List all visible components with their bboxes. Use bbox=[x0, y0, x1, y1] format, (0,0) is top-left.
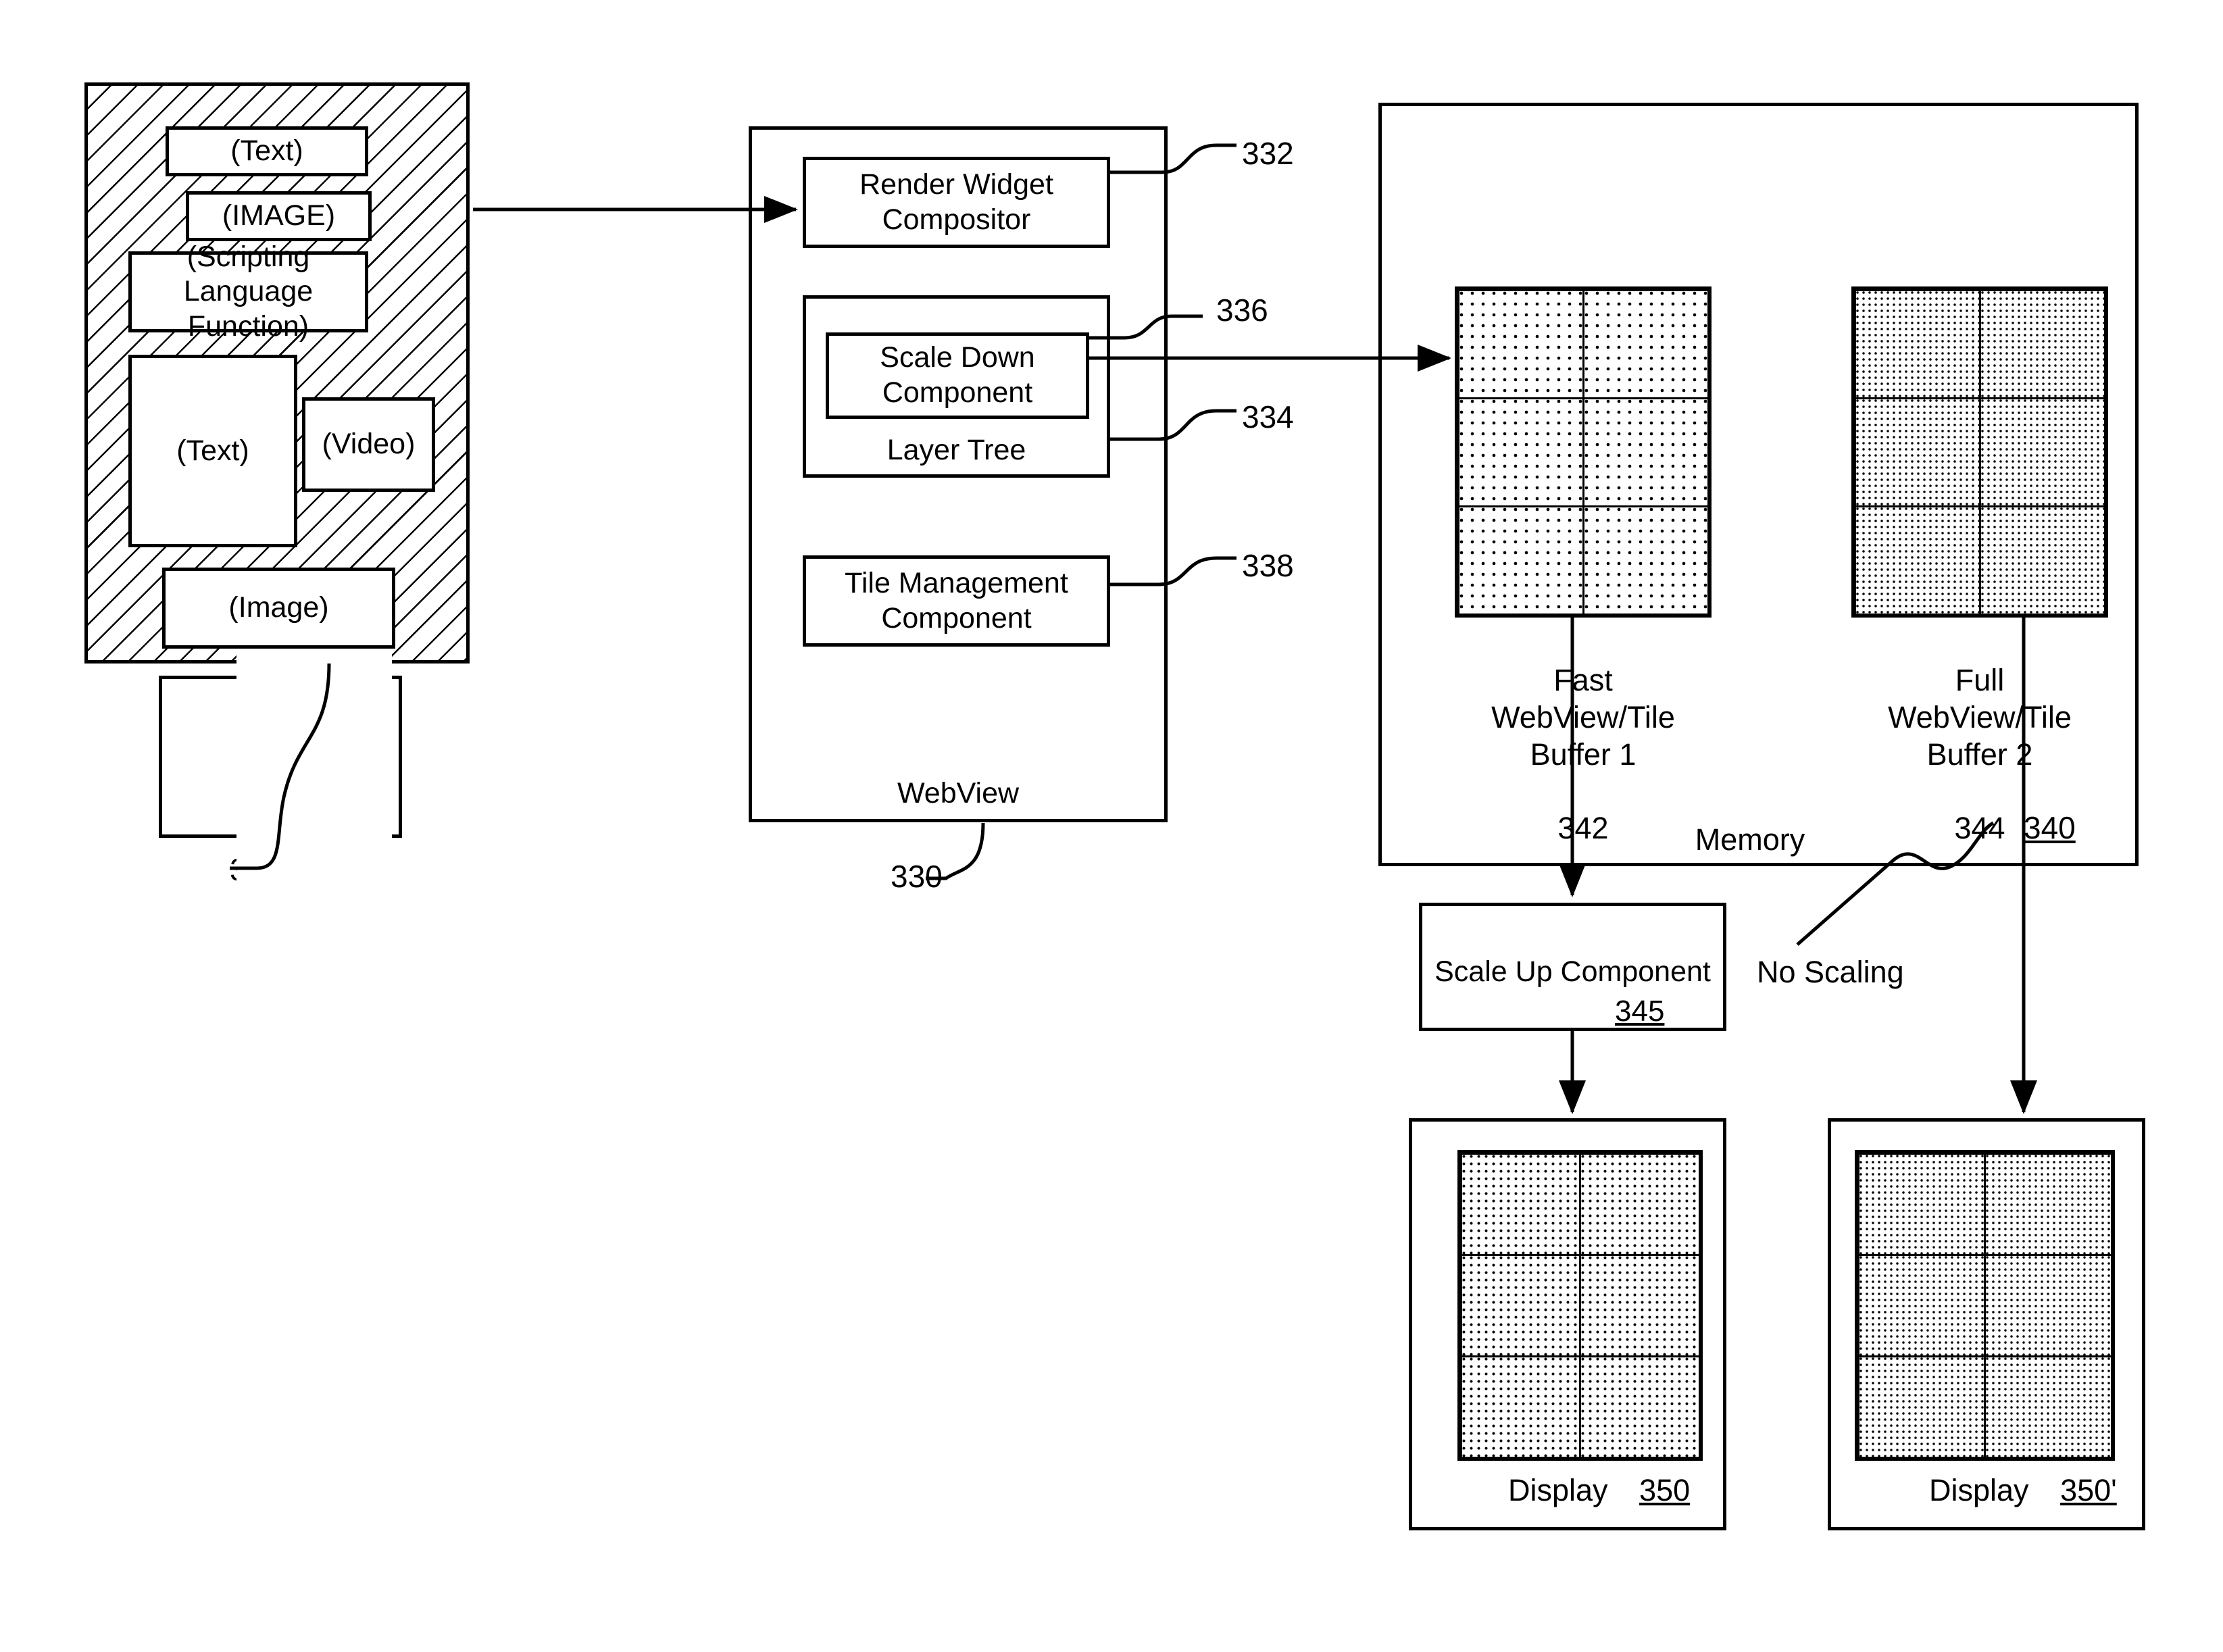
tile bbox=[1579, 1355, 1701, 1459]
no-scaling-label: No Scaling bbox=[1757, 955, 1904, 989]
tile bbox=[1978, 289, 2106, 399]
render-widget-compositor-box: Render Widget Compositor bbox=[803, 157, 1110, 248]
tile bbox=[1457, 397, 1584, 507]
web-page-element-image-lower: (Image) bbox=[162, 568, 395, 649]
reference-numeral-334: 334 bbox=[1242, 399, 1294, 434]
display-scaled-tile-grid bbox=[1457, 1150, 1703, 1461]
web-page-element-video: (Video) bbox=[302, 397, 435, 492]
tile bbox=[1579, 1253, 1701, 1357]
buffer-caption: Fast WebView/Tile Buffer 1 bbox=[1491, 662, 1675, 772]
display-label: Display bbox=[1508, 1473, 1608, 1507]
web-page-element-label: (Text) bbox=[244, 740, 317, 773]
tile bbox=[1857, 1355, 1986, 1459]
patent-figure-canvas: (Text) (IMAGE) (Scripting Language Funct… bbox=[0, 0, 2223, 1652]
fast-webview-tile-buffer-1-label: Fast WebView/Tile Buffer 1 342 bbox=[1428, 625, 1739, 847]
display-unscaled-tile-grid bbox=[1855, 1150, 2115, 1461]
tile-management-component-label: Tile Management Component bbox=[845, 566, 1068, 634]
web-page-element-text-top: (Text) bbox=[166, 126, 368, 176]
reference-numeral-332: 332 bbox=[1242, 136, 1294, 171]
display-unscaled-caption: Display 350' bbox=[1929, 1473, 2117, 1508]
tile bbox=[1978, 397, 2106, 507]
display-ref: 350 bbox=[1639, 1473, 1691, 1507]
tile bbox=[1984, 1355, 2113, 1459]
tile bbox=[1582, 397, 1709, 507]
tile bbox=[1853, 397, 1981, 507]
web-page-element-image-upper: (IMAGE) bbox=[186, 191, 372, 241]
tile bbox=[1457, 505, 1584, 616]
scale-down-component-box: Scale Down Component bbox=[826, 332, 1089, 419]
display-ref: 350' bbox=[2060, 1473, 2117, 1507]
web-page-element-label: (Text) bbox=[176, 434, 249, 467]
scale-down-component-label: Scale Down Component bbox=[880, 341, 1035, 409]
reference-numeral-345: 345 bbox=[1615, 995, 1665, 1028]
web-page-element-label: (IMAGE) bbox=[222, 199, 336, 232]
tile bbox=[1459, 1253, 1581, 1357]
tile bbox=[1459, 1152, 1581, 1256]
tile-management-component-box: Tile Management Component bbox=[803, 555, 1110, 647]
scale-up-component-label: Scale Up Component bbox=[1434, 955, 1711, 988]
reference-numeral-336: 336 bbox=[1216, 293, 1268, 328]
tile bbox=[1582, 505, 1709, 616]
display-scaled-caption: Display 350 bbox=[1508, 1473, 1690, 1508]
full-webview-tile-buffer-2-grid bbox=[1851, 286, 2108, 618]
tile bbox=[1459, 1355, 1581, 1459]
tile bbox=[1579, 1152, 1701, 1256]
web-page-element-text-bottom: (Text) bbox=[159, 676, 402, 838]
tile bbox=[1853, 289, 1981, 399]
tile bbox=[1582, 289, 1709, 399]
tile bbox=[1978, 505, 2106, 616]
tile bbox=[1857, 1253, 1986, 1357]
web-page-element-label: (Scripting Language Function) bbox=[183, 240, 314, 343]
buffer-ref: 344 bbox=[1954, 811, 2005, 846]
tile bbox=[1984, 1152, 2113, 1256]
display-label: Display bbox=[1929, 1473, 2029, 1507]
reference-numeral-330: 330 bbox=[891, 859, 943, 894]
web-page-element-label: (Video) bbox=[322, 428, 416, 461]
tile bbox=[1857, 1152, 1986, 1256]
web-page-element-label: (Text) bbox=[230, 134, 303, 168]
fast-webview-tile-buffer-1-grid bbox=[1455, 286, 1712, 618]
buffer-caption: Full WebView/Tile Buffer 2 bbox=[1888, 662, 2072, 772]
reference-numeral-338: 338 bbox=[1242, 548, 1294, 583]
web-page-element-label: (Image) bbox=[228, 591, 329, 624]
tile bbox=[1984, 1253, 2113, 1357]
render-widget-compositor-label: Render Widget Compositor bbox=[859, 168, 1053, 236]
tile bbox=[1853, 505, 1981, 616]
web-page-element-text-left: (Text) bbox=[128, 355, 297, 547]
layer-tree-label: Layer Tree bbox=[886, 434, 1026, 466]
buffer-ref: 342 bbox=[1557, 811, 1609, 846]
full-webview-tile-buffer-2-label: Full WebView/Tile Buffer 2 344 bbox=[1824, 625, 2135, 847]
web-page-element-script-function: (Scripting Language Function) bbox=[128, 241, 368, 343]
webview-title: WebView bbox=[897, 777, 1020, 809]
tile bbox=[1457, 289, 1584, 399]
reference-numeral-300: 300 bbox=[230, 852, 282, 887]
